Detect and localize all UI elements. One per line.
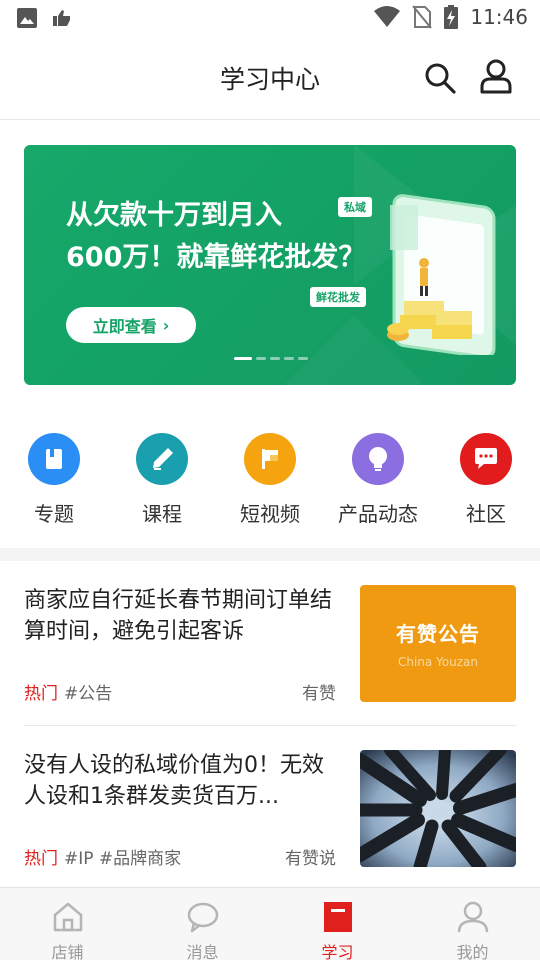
status-bar: 11:46 <box>0 0 540 38</box>
chevron-right-icon: › <box>162 315 170 335</box>
thumbnail-title: 有赞公告 <box>396 622 480 646</box>
article-item[interactable]: 商家应自行延长春节期间订单结算时间，避免引起客诉 热门 #公告 有赞 有赞公告 C… <box>24 585 516 707</box>
tab-mine[interactable]: 我的 <box>405 888 540 960</box>
thumbnail-subtitle: China Youzan <box>397 655 479 669</box>
user-icon[interactable] <box>478 58 514 96</box>
status-time: 11:46 <box>470 5 528 29</box>
article-tag-text: #IP #品牌商家 <box>64 849 182 869</box>
page-title: 学习中心 <box>219 65 320 94</box>
article-title: 商家应自行延长春节期间订单结算时间，避免引起客诉 <box>24 588 333 644</box>
tab-label: 我的 <box>456 943 489 960</box>
hot-badge: 热门 <box>24 684 58 704</box>
article-tags: 热门 #公告 <box>24 679 112 704</box>
category-label: 专题 <box>34 502 74 526</box>
tab-study[interactable]: 学习 <box>270 888 405 960</box>
tab-label: 学习 <box>321 943 354 960</box>
book-icon <box>28 433 80 485</box>
article-thumbnail <box>360 750 516 867</box>
battery-charging-icon <box>444 5 459 29</box>
view-now-label: 立即查看 <box>92 317 157 336</box>
article-thumbnail: 有赞公告 China Youzan <box>360 585 516 702</box>
category-label: 课程 <box>142 502 182 526</box>
promo-banner[interactable]: 从欠款十万到月入 600万！就靠鲜花批发？ 立即查看 › 私域 鲜花批发 <box>24 145 516 385</box>
article-item[interactable]: 没有人设的私域价值为0！无效人设和1条群发卖货百万... 热门 #IP #品牌商家… <box>24 750 516 872</box>
carousel-dot <box>298 357 308 360</box>
header: 学习中心 <box>0 38 540 120</box>
thumbs-up-icon <box>53 10 70 26</box>
banner-title: 从欠款十万到月入 600万！就靠鲜花批发？ <box>66 195 365 279</box>
article-title: 没有人设的私域价值为0！无效人设和1条群发卖货百万... <box>24 753 324 809</box>
view-now-button[interactable]: 立即查看 › <box>66 307 196 343</box>
hot-badge: 热门 <box>24 849 58 869</box>
image-icon <box>17 8 37 28</box>
no-sim-icon <box>412 5 433 29</box>
carousel-dot <box>270 357 280 360</box>
bottom-tab-bar: 店铺 消息 学习 我的 <box>0 887 540 960</box>
category-courses[interactable]: 课程 <box>108 433 216 527</box>
profile-icon <box>457 901 488 933</box>
article-tags: 热门 #IP #品牌商家 <box>24 844 181 869</box>
category-community[interactable]: 社区 <box>432 433 540 527</box>
category-short-video[interactable]: 短视频 <box>216 433 324 527</box>
flag-icon <box>244 433 296 485</box>
article-divider <box>24 725 516 726</box>
hands-circle-photo <box>360 750 516 867</box>
carousel-dots <box>234 357 308 360</box>
pen-icon <box>136 433 188 485</box>
article-source: 有赞说 <box>285 849 336 869</box>
category-label: 短视频 <box>240 502 300 526</box>
article-source: 有赞 <box>302 684 336 704</box>
banner-title-line2: 600万！就靠鲜花批发？ <box>66 242 366 273</box>
carousel-dot <box>284 357 294 360</box>
wifi-icon <box>374 6 401 27</box>
tab-messages[interactable]: 消息 <box>135 888 270 960</box>
carousel-dot <box>234 357 252 360</box>
banner-title-line1: 从欠款十万到月入 <box>66 200 282 231</box>
category-label: 社区 <box>466 502 506 526</box>
tab-label: 消息 <box>186 943 219 960</box>
carousel-dot <box>256 357 266 360</box>
category-topics[interactable]: 专题 <box>0 433 108 527</box>
tab-label: 店铺 <box>51 943 84 960</box>
search-icon[interactable] <box>422 60 458 96</box>
lightbulb-icon <box>352 433 404 485</box>
chat-icon <box>460 433 512 485</box>
message-icon <box>187 902 218 933</box>
section-divider <box>0 548 540 561</box>
phone-money-illustration <box>387 194 496 355</box>
category-label: 产品动态 <box>338 502 418 526</box>
category-product-updates[interactable]: 产品动态 <box>324 433 432 527</box>
article-tag-text: #公告 <box>64 684 113 704</box>
store-icon <box>53 902 82 932</box>
tab-store[interactable]: 店铺 <box>0 888 135 960</box>
study-icon <box>323 902 352 932</box>
category-nav: 专题 课程 短视频 产品动态 社区 <box>0 433 540 528</box>
